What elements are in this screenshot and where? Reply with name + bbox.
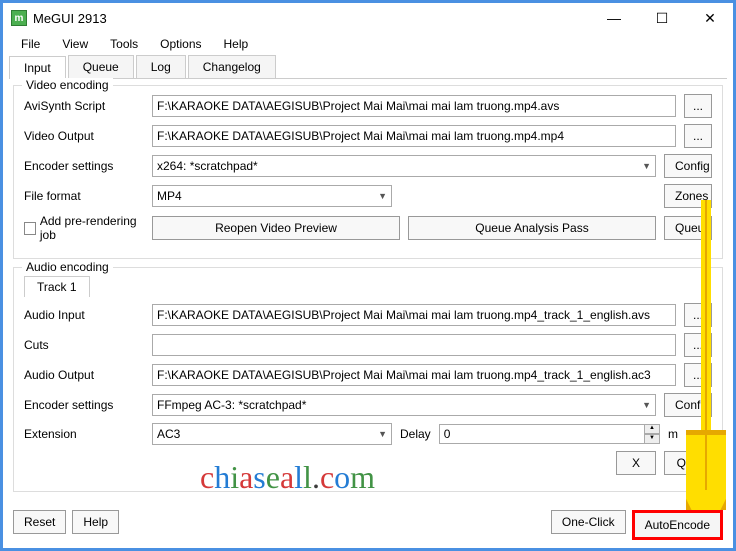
menubar: File View Tools Options Help [3, 33, 733, 55]
close-button[interactable]: ✕ [695, 10, 725, 27]
reset-button[interactable]: Reset [13, 510, 66, 534]
menu-file[interactable]: File [11, 35, 50, 53]
video-output-input[interactable] [152, 125, 676, 147]
audio-remove-button[interactable]: X [616, 451, 656, 475]
avisynth-browse-button[interactable]: ... [684, 94, 712, 118]
video-queue-button[interactable]: Queue [664, 216, 712, 240]
queue-analysis-button[interactable]: Queue Analysis Pass [408, 216, 656, 240]
extension-label: Extension [24, 427, 144, 441]
ms-label: m [668, 427, 712, 441]
cuts-input[interactable] [152, 334, 676, 356]
video-output-browse-button[interactable]: ... [684, 124, 712, 148]
delay-up-button[interactable]: ▲ [644, 424, 660, 434]
avisynth-label: AviSynth Script [24, 99, 144, 113]
main-tabs: Input Queue Log Changelog [9, 55, 727, 79]
video-encoder-label: Encoder settings [24, 159, 144, 173]
tab-track1[interactable]: Track 1 [24, 276, 90, 297]
prerender-checkbox[interactable] [24, 222, 36, 235]
prerender-label: Add pre-rendering job [40, 214, 144, 242]
tab-queue[interactable]: Queue [68, 55, 134, 78]
audio-config-button[interactable]: Config [664, 393, 712, 417]
delay-input[interactable] [439, 424, 644, 444]
video-encoder-value: x264: *scratchpad* [157, 159, 258, 173]
chevron-down-icon: ▼ [642, 161, 651, 171]
autoencode-button[interactable]: AutoEncode [635, 513, 720, 537]
chevron-down-icon: ▼ [378, 191, 387, 201]
audio-input-label: Audio Input [24, 308, 144, 322]
audio-encoder-value: FFmpeg AC-3: *scratchpad* [157, 398, 306, 412]
video-encoding-group: Video encoding AviSynth Script ... Video… [13, 85, 723, 259]
audio-encoder-select[interactable]: FFmpeg AC-3: *scratchpad* ▼ [152, 394, 656, 416]
avisynth-input[interactable] [152, 95, 676, 117]
titlebar: m MeGUI 2913 — ☐ ✕ [3, 3, 733, 33]
extension-select[interactable]: AC3 ▼ [152, 423, 392, 445]
audio-input-browse-button[interactable]: ... [684, 303, 712, 327]
help-button[interactable]: Help [72, 510, 119, 534]
file-format-value: MP4 [157, 189, 182, 203]
video-config-button[interactable]: Config [664, 154, 712, 178]
audio-encoding-group: Audio encoding Track 1 Audio Input ... C… [13, 267, 723, 492]
delay-label: Delay [400, 427, 431, 441]
menu-tools[interactable]: Tools [100, 35, 148, 53]
audio-output-browse-button[interactable]: ... [684, 363, 712, 387]
window-title: MeGUI 2913 [33, 11, 599, 26]
cuts-label: Cuts [24, 338, 144, 352]
menu-view[interactable]: View [52, 35, 98, 53]
tab-input[interactable]: Input [9, 56, 66, 79]
delay-down-button[interactable]: ▼ [644, 434, 660, 444]
audio-queue-button[interactable]: Que [664, 451, 712, 475]
audio-encoder-label: Encoder settings [24, 398, 144, 412]
video-legend: Video encoding [22, 78, 113, 92]
oneclick-button[interactable]: One-Click [551, 510, 626, 534]
cuts-browse-button[interactable]: ... [684, 333, 712, 357]
menu-help[interactable]: Help [214, 35, 259, 53]
chevron-down-icon: ▼ [378, 429, 387, 439]
zones-button[interactable]: Zones [664, 184, 712, 208]
reopen-preview-button[interactable]: Reopen Video Preview [152, 216, 400, 240]
extension-value: AC3 [157, 427, 180, 441]
minimize-button[interactable]: — [599, 10, 629, 27]
tab-changelog[interactable]: Changelog [188, 55, 276, 78]
menu-options[interactable]: Options [150, 35, 211, 53]
video-output-label: Video Output [24, 129, 144, 143]
file-format-label: File format [24, 189, 144, 203]
audio-legend: Audio encoding [22, 260, 113, 274]
audio-input-field[interactable] [152, 304, 676, 326]
maximize-button[interactable]: ☐ [647, 10, 677, 27]
chevron-down-icon: ▼ [642, 400, 651, 410]
audio-output-field[interactable] [152, 364, 676, 386]
audio-output-label: Audio Output [24, 368, 144, 382]
video-encoder-select[interactable]: x264: *scratchpad* ▼ [152, 155, 656, 177]
autoencode-highlight: AutoEncode [632, 510, 723, 540]
bottom-bar: Reset Help One-Click AutoEncode [3, 506, 733, 548]
file-format-select[interactable]: MP4 ▼ [152, 185, 392, 207]
tab-log[interactable]: Log [136, 55, 186, 78]
app-icon: m [11, 10, 27, 26]
